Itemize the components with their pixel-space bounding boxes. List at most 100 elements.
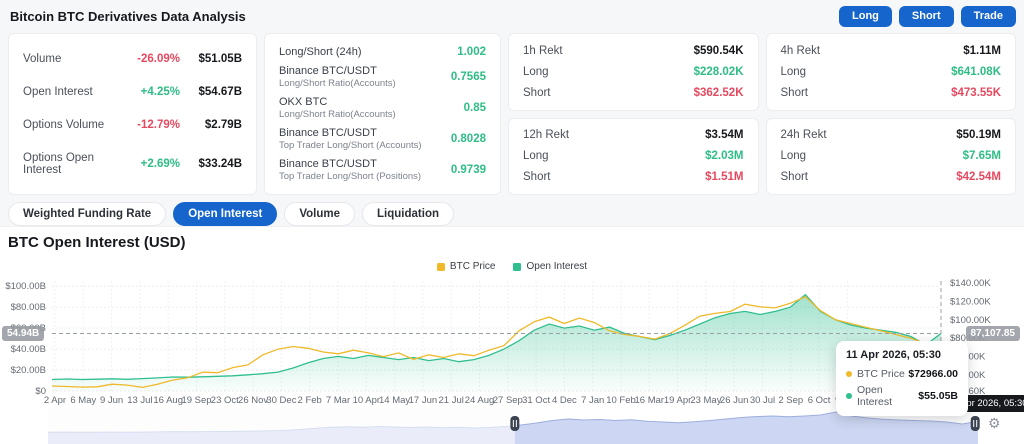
rekt-value: $228.02K xyxy=(682,66,744,78)
x-axis-tick: 31 Oct xyxy=(522,395,550,406)
rekt-label: Long xyxy=(523,66,682,78)
rekt-row: 12h Rekt$3.54M xyxy=(523,129,744,141)
x-axis-tick: 2 Sep xyxy=(778,395,803,406)
navigator-handle-left[interactable] xyxy=(510,416,519,431)
x-axis-tick: 30 Jul xyxy=(750,395,775,406)
rekt-label: Long xyxy=(781,66,940,78)
stats-row: Open Interest+4.25%$54.67B xyxy=(23,86,242,98)
x-axis-tick: 21 Jul xyxy=(439,395,464,406)
x-axis-tick: 6 May xyxy=(70,395,96,406)
rekt-card: 1h Rekt$590.54KLong$228.02KShort$362.52K xyxy=(508,33,759,111)
x-axis-tick: 13 Jul xyxy=(127,395,152,406)
x-axis-tick: 17 Jun xyxy=(409,395,438,406)
crosshair-left-axis-badge: 54.94B xyxy=(2,326,44,341)
chart-tabs: Weighted Funding Rate Open Interest Volume… xyxy=(8,202,454,226)
x-axis-tick: 23 May xyxy=(690,395,721,406)
rekt-label: 12h Rekt xyxy=(523,129,682,141)
rekt-label: Short xyxy=(523,171,682,183)
tab-weighted-funding-rate[interactable]: Weighted Funding Rate xyxy=(8,202,166,226)
navigator-unselected-region xyxy=(48,409,515,444)
crosshair-right-axis-badge: 87,107.85 xyxy=(966,326,1021,341)
legend-swatch xyxy=(437,263,445,271)
rekt-value: $2.03M xyxy=(682,150,744,162)
stats-value: $51.05B xyxy=(180,53,242,65)
stats-label: Options Volume xyxy=(23,119,122,131)
tooltip-series-value: $55.05B xyxy=(918,390,958,402)
ratio-value: 0.8028 xyxy=(451,133,486,145)
x-axis-tick: 26 Nov xyxy=(238,395,268,406)
tab-open-interest[interactable]: Open Interest xyxy=(173,202,277,226)
ratio-label-title: Binance BTC/USDT xyxy=(279,65,451,77)
derivatives-dashboard: { "page_title": "Bitcoin BTC Derivatives… xyxy=(0,0,1024,444)
rekt-value: $641.08K xyxy=(939,66,1001,78)
right-axis-tick: $100.00K xyxy=(950,315,991,326)
tooltip-series-value: $72966.00 xyxy=(908,368,958,380)
x-axis-tick: 26 Jun xyxy=(720,395,749,406)
tooltip-row: Open Interest$55.05B xyxy=(846,384,958,408)
rekt-card: 24h Rekt$50.19MLong$7.65MShort$42.54M xyxy=(766,118,1017,196)
x-axis-tick: 23 Oct xyxy=(211,395,239,406)
right-axis-tick: $120.00K xyxy=(950,296,991,307)
ratio-label: Binance BTC/USDTTop Trader Long/Short (P… xyxy=(279,158,451,182)
rekt-label: 24h Rekt xyxy=(781,129,940,141)
stats-label: Volume xyxy=(23,53,122,65)
rekt-label: Short xyxy=(523,87,682,99)
stats-value: $54.67B xyxy=(180,86,242,98)
header-buttons: Long Short Trade xyxy=(839,6,1016,27)
ratio-row: Binance BTC/USDTLong/Short Ratio(Account… xyxy=(279,65,486,89)
rekt-column-right: 4h Rekt$1.11MLong$641.08KShort$473.55K24… xyxy=(766,33,1017,195)
right-axis-tick: $140.00K xyxy=(950,278,991,289)
x-axis-tick: 30 Dec xyxy=(266,395,296,406)
rekt-row: Long$228.02K xyxy=(523,66,744,78)
long-short-ratio-card: Long/Short (24h)1.002Binance BTC/USDTLon… xyxy=(264,33,501,195)
rekt-row: Short$362.52K xyxy=(523,87,744,99)
tab-liquidation[interactable]: Liquidation xyxy=(362,202,454,226)
header-button-long[interactable]: Long xyxy=(839,6,892,27)
tooltip-series-dot xyxy=(846,393,852,399)
x-axis-tick: 16 Mar xyxy=(635,395,665,406)
x-axis-tick: 2 Feb xyxy=(298,395,322,406)
header-button-short[interactable]: Short xyxy=(899,6,954,27)
rekt-value: $1.11M xyxy=(939,45,1001,57)
x-axis-tick: 6 Oct xyxy=(808,395,831,406)
rekt-value: $3.54M xyxy=(682,129,744,141)
rekt-row: Long$7.65M xyxy=(781,150,1002,162)
volume-stats-card: Volume-26.09%$51.05BOpen Interest+4.25%$… xyxy=(8,33,257,195)
rekt-value: $362.52K xyxy=(682,87,744,99)
x-axis-tick: 19 Sep xyxy=(181,395,211,406)
stats-row: Options Volume-12.79%$2.79B xyxy=(23,119,242,131)
stat-cards-row: Volume-26.09%$51.05BOpen Interest+4.25%$… xyxy=(8,33,1016,195)
rekt-row: 24h Rekt$50.19M xyxy=(781,129,1002,141)
ratio-row: Binance BTC/USDTTop Trader Long/Short (P… xyxy=(279,158,486,182)
gear-icon[interactable]: ⚙ xyxy=(988,415,1001,432)
x-axis-tick: 2 Apr xyxy=(44,395,66,406)
navigator-handle-right[interactable] xyxy=(971,416,980,431)
ratio-value: 0.85 xyxy=(464,102,486,114)
left-axis-tick: $40.00B xyxy=(11,344,46,355)
chart-section-title: BTC Open Interest (USD) xyxy=(8,234,186,251)
x-axis-tick: 14 May xyxy=(379,395,410,406)
rekt-row: 4h Rekt$1.11M xyxy=(781,45,1002,57)
tooltip-series-dot xyxy=(846,371,852,377)
ratio-row: Binance BTC/USDTTop Trader Long/Short (A… xyxy=(279,127,486,151)
tab-volume[interactable]: Volume xyxy=(284,202,355,226)
ratio-label-title: Long/Short (24h) xyxy=(279,46,457,58)
rekt-label: Long xyxy=(781,150,940,162)
x-axis-tick: 4 Dec xyxy=(552,395,577,406)
ratio-label: OKX BTCLong/Short Ratio(Accounts) xyxy=(279,96,464,120)
ratio-label-title: OKX BTC xyxy=(279,96,464,108)
ratio-label-sub: Long/Short Ratio(Accounts) xyxy=(279,109,464,120)
rekt-label: 4h Rekt xyxy=(781,45,940,57)
rekt-column-left: 1h Rekt$590.54KLong$228.02KShort$362.52K… xyxy=(508,33,759,195)
rekt-value: $473.55K xyxy=(939,87,1001,99)
tooltip-series-label: BTC Price xyxy=(857,368,905,380)
ratio-label-title: Binance BTC/USDT xyxy=(279,127,451,139)
chart-tooltip: 11 Apr 2026, 05:30 BTC Price$72966.00 Ope… xyxy=(836,341,968,416)
header-button-trade[interactable]: Trade xyxy=(961,6,1016,27)
tooltip-series-label: Open Interest xyxy=(857,384,918,408)
tooltip-date: 11 Apr 2026, 05:30 xyxy=(846,349,958,361)
rekt-label: Short xyxy=(781,87,940,99)
ratio-label: Binance BTC/USDTTop Trader Long/Short (A… xyxy=(279,127,451,151)
rekt-row: Short$1.51M xyxy=(523,171,744,183)
x-axis-tick: 9 Jun xyxy=(100,395,123,406)
